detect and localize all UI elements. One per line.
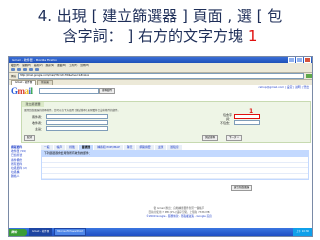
footer-line-3[interactable]: ©2009 Google - 服務條款 - 隱私權政策 - Google 首頁 bbox=[49, 215, 309, 219]
menu-view[interactable]: 檢視(V) bbox=[34, 63, 43, 67]
slide-title-line2: 含字詞： ] 右方的文字方塊 1 bbox=[0, 26, 320, 46]
close-icon[interactable] bbox=[304, 57, 311, 63]
next-step-button[interactable]: 下一步 » bbox=[226, 135, 242, 141]
home-icon[interactable] bbox=[35, 68, 39, 71]
address-label: 網址 bbox=[11, 75, 17, 78]
to-label: 收件者： bbox=[31, 120, 44, 125]
filter-description: 選擇您篩選器的搜尋條件。您可以在下方使用 [測試搜尋] 來預覽符合這些條件的郵件… bbox=[24, 109, 121, 112]
filters-list bbox=[41, 156, 309, 180]
from-input[interactable] bbox=[46, 113, 108, 120]
tab-filters[interactable]: 篩選器 bbox=[78, 145, 94, 150]
tab-labs[interactable]: 實驗室 bbox=[167, 145, 182, 150]
tab-general[interactable]: 一般 bbox=[41, 145, 53, 150]
has-words-input[interactable] bbox=[234, 113, 260, 120]
filter-from-row: 寄件者： bbox=[22, 113, 108, 120]
menu-edit[interactable]: 編輯(E) bbox=[22, 63, 31, 67]
system-clock: 上午 10:30 bbox=[293, 228, 312, 236]
test-search-button[interactable]: 測試搜尋 bbox=[202, 135, 219, 141]
filter-subject-row: 主旨： bbox=[22, 125, 108, 132]
menu-file[interactable]: 檔案(F) bbox=[11, 63, 19, 67]
task-gmail[interactable]: Gmail - 收件匣 bbox=[29, 228, 53, 236]
from-label: 寄件者： bbox=[31, 114, 44, 119]
screenshot: Gmail - 收件匣 - Mozilla Firefox 檔案(F) 編輯(E… bbox=[8, 56, 313, 237]
address-bar: 網址 http://mail.google.com/mail/?hl=zh-TW… bbox=[9, 73, 312, 80]
tab-forwarding[interactable]: 轉寄和 POP/IMAP bbox=[94, 145, 123, 150]
menu-help[interactable]: 說明(H) bbox=[80, 63, 89, 67]
cancel-button[interactable]: 取消 bbox=[24, 135, 36, 141]
url-input[interactable]: http://mail.google.com/mail/?hl=zh-TW&sh… bbox=[18, 73, 304, 79]
reload-icon[interactable] bbox=[23, 68, 27, 71]
tab-accounts[interactable]: 帳戶 bbox=[53, 145, 66, 150]
tab-chat[interactable]: 聊天 bbox=[123, 145, 136, 150]
filter-panel-title: 建立篩選器 bbox=[22, 102, 44, 107]
windows-taskbar: 開始 Gmail - 收件匣 Microsoft PowerPoint 上午 1… bbox=[9, 228, 312, 236]
menu-history[interactable]: 歷史(S) bbox=[46, 63, 55, 67]
menu-tools[interactable]: 工具(T) bbox=[69, 63, 77, 67]
filter-doesnt-have-row: 不包含： bbox=[218, 119, 260, 126]
stop-icon[interactable] bbox=[29, 68, 33, 71]
subject-label: 主旨： bbox=[34, 126, 44, 131]
to-input[interactable] bbox=[46, 119, 108, 126]
gmail-footer: 從 Gmail 匯出：自動轉寄郵件到另一個帳戶 目前共使用 7 MB (0%) … bbox=[49, 207, 309, 219]
doesnt-have-input[interactable] bbox=[234, 119, 260, 126]
task-powerpoint[interactable]: Microsoft PowerPoint bbox=[54, 228, 87, 236]
mail-search-input[interactable] bbox=[39, 88, 99, 94]
slide-title-line2-text: 含字詞： ] 右方的文字方塊 bbox=[62, 27, 248, 45]
forward-icon[interactable] bbox=[17, 68, 21, 71]
list-item bbox=[42, 174, 308, 179]
slide-title: 4. 出現 [ 建立篩選器 ] 頁面 , 選 [ 包 含字詞： ] 右方的文字方… bbox=[0, 6, 320, 46]
create-new-filter-button[interactable]: 建立新篩選器 bbox=[231, 185, 253, 191]
settings-area: 一般 帳戶 標籤 篩選器 轉寄和 POP/IMAP 聊天 網路摘要 主題 實驗室… bbox=[41, 145, 309, 207]
window-controls bbox=[288, 57, 311, 63]
step-marker: 1 bbox=[249, 108, 254, 115]
filter-has-words-row: 包含字詞： bbox=[218, 113, 260, 121]
gmail-sidebar: 撰寫郵件 收件匣 (59) 已加星號 寄件備份 所有郵件 垃圾郵件 (2) 垃圾… bbox=[11, 145, 35, 179]
tab-labels[interactable]: 標籤 bbox=[66, 145, 78, 150]
gmail-logo[interactable]: Gmail bbox=[11, 86, 33, 96]
window-title: Gmail - 收件匣 - Mozilla Firefox bbox=[12, 58, 57, 62]
slide-title-line1: 4. 出現 [ 建立篩選器 ] 頁面 , 選 [ 包 bbox=[37, 7, 283, 25]
slide-title-number: 1 bbox=[247, 27, 258, 45]
doesnt-have-label: 不包含： bbox=[219, 120, 232, 125]
subject-input[interactable] bbox=[46, 125, 108, 132]
create-filter-panel: 建立篩選器 選擇您篩選器的搜尋條件。您可以在下方使用 [測試搜尋] 來預覽符合這… bbox=[21, 101, 311, 143]
filter-to-row: 收件者： bbox=[22, 119, 108, 126]
tab-feeds[interactable]: 網路摘要 bbox=[136, 145, 154, 150]
start-button[interactable]: 開始 bbox=[9, 228, 27, 236]
maximize-icon[interactable] bbox=[296, 57, 303, 63]
account-links[interactable]: cshop@gmail.com | 設定 | 說明 | 登出 bbox=[258, 85, 309, 89]
go-icon[interactable] bbox=[306, 74, 312, 78]
minimize-icon[interactable] bbox=[288, 57, 295, 63]
search-mail-button[interactable]: 搜尋郵件 bbox=[99, 88, 115, 94]
back-icon[interactable] bbox=[11, 68, 15, 71]
menu-bookmarks[interactable]: 書籤(B) bbox=[57, 63, 66, 67]
tab-themes[interactable]: 主題 bbox=[154, 145, 167, 150]
sidebar-item-contacts[interactable]: 聯絡人 bbox=[11, 174, 35, 178]
